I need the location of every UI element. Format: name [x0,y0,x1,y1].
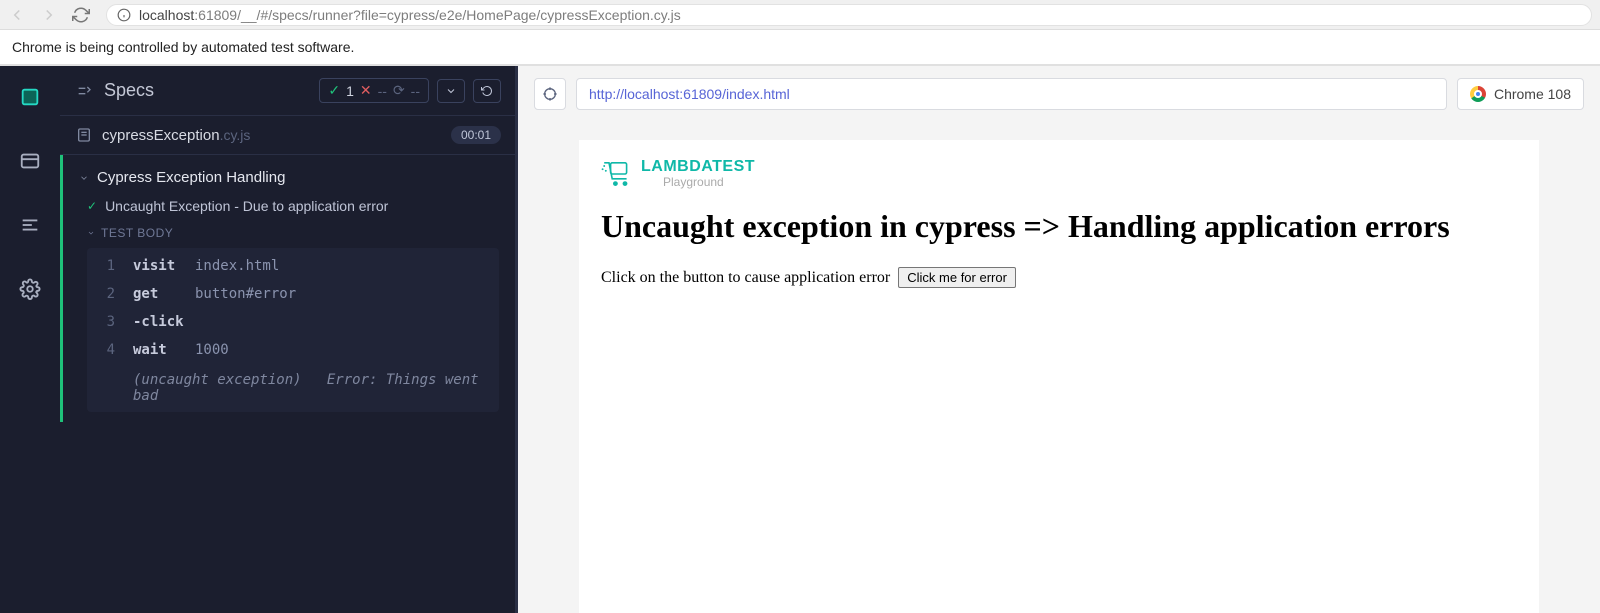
aut-url: http://localhost:61809/index.html [589,86,790,102]
command-name: -click [133,314,184,330]
pass-check-icon: ✓ [328,82,340,99]
address-url-rest: :61809/__/#/specs/runner?file=cypress/e2… [194,7,681,23]
chevron-down-icon [445,85,457,97]
restart-icon [481,85,493,97]
aut-url-box[interactable]: http://localhost:61809/index.html [576,78,1447,110]
chevron-down-icon [79,173,89,183]
pending-icon: ⟳ [393,82,405,99]
command-row[interactable]: 2 get button#error [87,280,499,308]
command-name: wait [133,342,177,358]
command-name: visit [133,258,177,274]
forward-icon[interactable] [40,6,58,24]
exception-row[interactable]: (uncaught exception) Error: Things went … [87,364,499,408]
specs-toggle-icon[interactable] [76,83,92,99]
command-row[interactable]: 1 visit index.html [87,252,499,280]
command-name: get [133,286,177,302]
stats-box: ✓ 1 ✕ -- ⟳ -- [319,78,429,103]
address-bar[interactable]: localhost:61809/__/#/specs/runner?file=c… [106,4,1592,26]
lambdatest-logo: LAMBDATEST Playground [601,158,1517,190]
file-icon [76,127,92,143]
cart-icon [601,158,633,190]
aut-url-row: http://localhost:61809/index.html Chrome… [518,66,1600,122]
spec-timer: 00:01 [451,126,501,144]
exception-label: (uncaught exception) [133,372,302,388]
preview-area: http://localhost:61809/index.html Chrome… [518,66,1600,613]
fail-count: -- [378,83,387,99]
command-row[interactable]: 4 wait 1000 [87,336,499,364]
pending-count: -- [411,83,420,99]
nav-rail [0,66,60,613]
describe-title: Cypress Exception Handling [97,169,285,186]
command-log: 1 visit index.html 2 get button#error 3 … [87,248,499,412]
info-icon [117,8,131,22]
command-number: 3 [101,314,115,330]
command-arg: 1000 [195,342,229,358]
spec-file-row[interactable]: cypressException.cy.js 00:01 [60,115,517,155]
specs-nav-icon[interactable] [19,86,41,108]
back-icon[interactable] [8,6,26,24]
restart-button[interactable] [473,79,501,103]
runs-nav-icon[interactable] [19,150,41,172]
command-number: 4 [101,342,115,358]
fail-x-icon: ✕ [360,82,372,99]
reporter-header: Specs ✓ 1 ✕ -- ⟳ -- [60,66,517,115]
test-title: Uncaught Exception - Due to application … [105,198,388,214]
automation-banner: Chrome is being controlled by automated … [0,30,1600,66]
describe-row[interactable]: Cypress Exception Handling [63,163,517,192]
page-heading: Uncaught exception in cypress => Handlin… [601,208,1517,245]
command-number: 1 [101,258,115,274]
check-icon: ✓ [87,199,97,213]
logo-sub: Playground [663,176,755,189]
logo-brand: LAMBDATEST [641,159,755,176]
chevron-down-icon [87,229,95,237]
reporter-panel: Specs ✓ 1 ✕ -- ⟳ -- [60,66,518,613]
target-icon [542,86,558,102]
address-url-host: localhost [139,7,194,23]
instruction-text: Click on the button to cause application… [601,269,890,287]
reload-icon[interactable] [72,6,90,24]
automation-message: Chrome is being controlled by automated … [12,39,354,55]
spec-file-name: cypressException [102,127,220,144]
aut-viewport: LAMBDATEST Playground Uncaught exception… [518,122,1600,613]
chrome-icon [1470,86,1486,102]
debug-nav-icon[interactable] [19,214,41,236]
selector-playground-button[interactable] [534,78,566,110]
browser-label: Chrome 108 [1494,86,1571,102]
command-arg: index.html [195,258,279,274]
test-body-label[interactable]: TEST BODY [63,220,517,246]
command-arg: button#error [195,286,296,302]
spec-file-ext: .cy.js [220,127,251,143]
browser-picker[interactable]: Chrome 108 [1457,78,1584,110]
settings-nav-icon[interactable] [19,278,41,300]
app-root: Specs ✓ 1 ✕ -- ⟳ -- [0,66,1600,613]
error-button[interactable]: Click me for error [898,267,1016,288]
aut-page: LAMBDATEST Playground Uncaught exception… [579,140,1539,613]
test-row[interactable]: ✓ Uncaught Exception - Due to applicatio… [63,192,517,220]
command-number: 2 [101,286,115,302]
specs-title: Specs [104,80,154,101]
browser-chrome-bar: localhost:61809/__/#/specs/runner?file=c… [0,0,1600,30]
browser-nav [8,6,90,24]
pass-count: 1 [346,83,354,99]
command-row[interactable]: 3 -click [87,308,499,336]
next-button[interactable] [437,79,465,103]
tests-list: Cypress Exception Handling ✓ Uncaught Ex… [60,155,517,422]
